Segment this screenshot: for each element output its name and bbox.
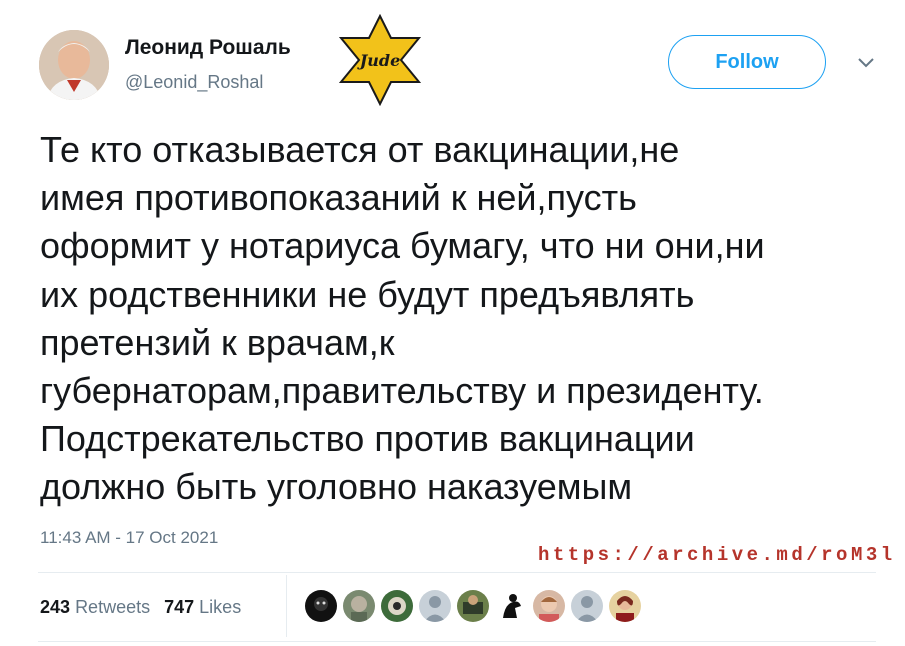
liker-avatar[interactable]	[571, 590, 603, 622]
divider-top	[38, 572, 876, 573]
liker-avatar[interactable]	[305, 590, 337, 622]
likes-count: 747	[164, 597, 195, 617]
follow-button[interactable]: Follow	[668, 35, 826, 89]
archive-url: https://archive.md/roM3l	[538, 544, 896, 566]
liker-avatar[interactable]	[381, 590, 413, 622]
liker-avatars	[305, 590, 641, 622]
tweet-timestamp[interactable]: 11:43 AM - 17 Oct 2021	[40, 528, 218, 548]
liker-avatar[interactable]	[343, 590, 375, 622]
star-badge-text: Jude	[357, 51, 401, 70]
tweet-stats: 243 Retweets 747 Likes	[40, 597, 241, 618]
liker-avatar[interactable]	[609, 590, 641, 622]
liker-avatar[interactable]	[457, 590, 489, 622]
likes-stat[interactable]: 747 Likes	[164, 597, 241, 618]
retweets-count: 243	[40, 597, 71, 617]
author-name[interactable]: Леонид Рошаль	[125, 36, 291, 60]
divider-bottom	[38, 641, 876, 642]
stats-separator	[286, 575, 287, 637]
likes-label: Likes	[199, 597, 242, 617]
chevron-down-icon[interactable]	[856, 56, 876, 70]
liker-avatar[interactable]	[533, 590, 565, 622]
yellow-star-icon: Jude	[339, 14, 421, 106]
tweet-text: Те кто отказывается от вакцинации,не име…	[40, 129, 765, 508]
retweets-stat[interactable]: 243 Retweets	[40, 597, 150, 618]
retweets-label: Retweets	[75, 597, 151, 617]
author-handle[interactable]: @Leonid_Roshal	[125, 72, 263, 93]
liker-avatar[interactable]	[495, 590, 527, 622]
author-avatar[interactable]	[39, 30, 109, 100]
liker-avatar[interactable]	[419, 590, 451, 622]
